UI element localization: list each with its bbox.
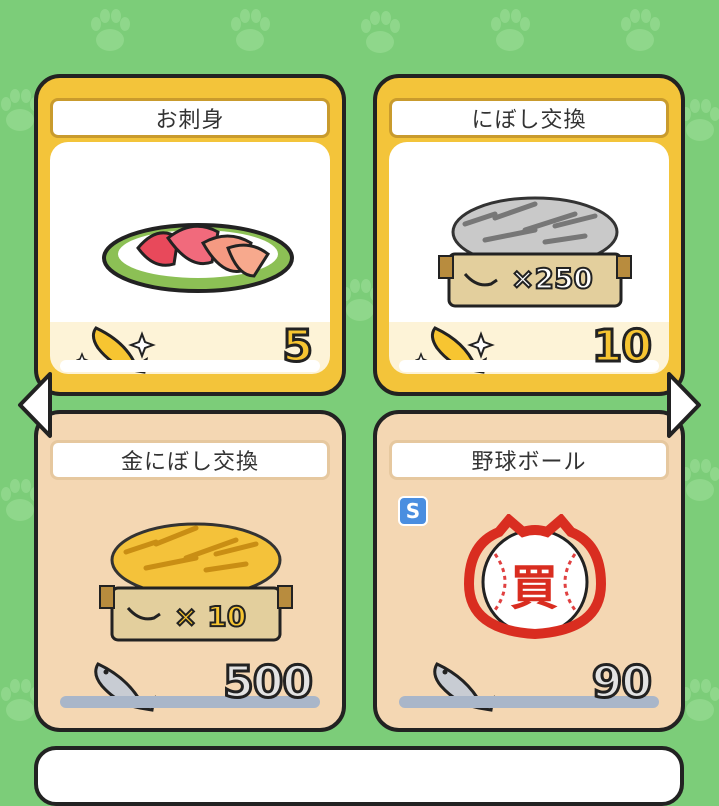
price-value: 5 <box>281 320 315 374</box>
price-value: 10 <box>590 320 653 374</box>
price-underline <box>60 360 320 372</box>
item-title: 野球ボール <box>389 440 669 480</box>
price-value: 90 <box>590 656 653 710</box>
item-card-sashimi[interactable]: お刺身 5 <box>34 74 346 396</box>
item-title: お刺身 <box>50 98 330 138</box>
previous-page-arrow[interactable] <box>14 370 54 440</box>
next-page-arrow[interactable] <box>665 370 705 440</box>
item-title: 金にぼし交換 <box>50 440 330 480</box>
item-card-gold-niboshi-exchange[interactable]: 金にぼし交換 × 10 500 <box>34 410 346 732</box>
box-quantity-label: ×250 <box>510 261 594 296</box>
item-title: にぼし交換 <box>389 98 669 138</box>
price-value: 500 <box>222 656 315 710</box>
sashimi-plate-icon <box>102 223 294 293</box>
box-quantity-label: × 10 <box>173 599 247 634</box>
item-card-baseball[interactable]: 野球ボール 買 90 <box>373 410 685 732</box>
item-card-niboshi-exchange[interactable]: にぼし交換 ×250 10 <box>373 74 685 396</box>
special-badge: S <box>398 496 428 526</box>
purchased-stamp-text: 買 <box>510 560 559 616</box>
bottom-panel <box>34 746 684 806</box>
